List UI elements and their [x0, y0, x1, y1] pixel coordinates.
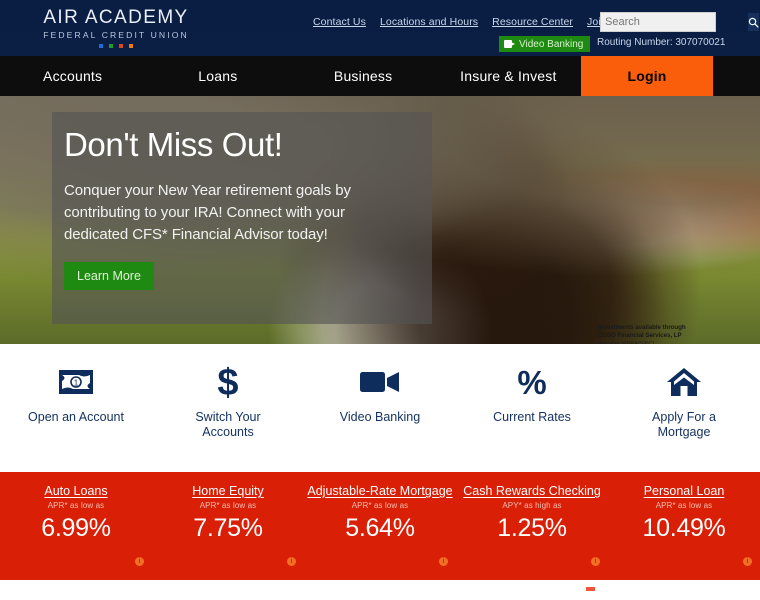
rate-value: 10.49%: [642, 514, 726, 542]
quick-links-section: 1 Open an Account $ Switch Your Accounts…: [0, 344, 760, 472]
rate-name[interactable]: Home Equity: [192, 484, 264, 498]
search-box[interactable]: [600, 12, 759, 32]
site-logo[interactable]: AIR ACADEMY FEDERAL CREDIT UNION: [40, 7, 192, 48]
quick-link-apply-for-a-mortgage[interactable]: Apply For a Mortgage: [608, 362, 760, 440]
rate-name[interactable]: Auto Loans: [44, 484, 107, 498]
rate-card-personal-loan: Personal Loan APR* as low as 10.49% i: [608, 484, 760, 580]
quick-link-current-rates[interactable]: % Current Rates: [456, 362, 608, 425]
banknote-icon: 1: [59, 362, 93, 402]
section-heading-top-edge: [586, 587, 595, 591]
routing-number: Routing Number: 307070021: [597, 37, 726, 48]
hero-subtitle: Conquer your New Year retirement goals b…: [64, 182, 351, 243]
rate-value: 7.75%: [193, 514, 263, 542]
hero-title: Don't Miss Out!: [64, 126, 283, 163]
nav-spacer: [713, 56, 760, 96]
house-icon: [666, 362, 702, 402]
quick-link-video-banking[interactable]: Video Banking: [304, 362, 456, 425]
quick-link-label: Video Banking: [339, 410, 421, 424]
login-button[interactable]: Login: [581, 56, 713, 96]
rate-qualifier: APR* as low as: [655, 501, 713, 510]
utility-links: Contact Us Locations and Hours Resource …: [313, 16, 623, 28]
percent-icon: %: [516, 362, 548, 402]
dollar-sign-icon: $: [215, 362, 241, 402]
hero-banner: Don't Miss Out! Conquer your New Year re…: [0, 96, 760, 344]
info-icon[interactable]: i: [591, 557, 600, 566]
rate-qualifier: APY* as high as: [502, 501, 562, 510]
logo-primary-text: AIR ACADEMY: [43, 7, 189, 28]
search-icon: [748, 17, 759, 28]
search-button[interactable]: [747, 13, 759, 31]
video-camera-icon: [360, 362, 400, 402]
hero-disclaimer: Investments available through CUSO Finan…: [598, 324, 686, 344]
hero-content: Don't Miss Out! Conquer your New Year re…: [64, 124, 404, 290]
rate-name[interactable]: Cash Rewards Checking: [463, 484, 601, 498]
rate-qualifier: APR* as low as: [351, 501, 409, 510]
hero-disclaimer-line1: Investments available through: [598, 324, 686, 331]
quick-link-label: Open an Account: [28, 410, 124, 424]
logo-dot-blue: [99, 44, 103, 48]
utility-link-resource-center[interactable]: Resource Center: [492, 16, 573, 28]
quick-link-label: Current Rates: [493, 410, 571, 424]
info-icon[interactable]: i: [287, 557, 296, 566]
quick-link-switch-your-accounts[interactable]: $ Switch Your Accounts: [152, 362, 304, 440]
video-banking-button[interactable]: Video Banking: [499, 36, 591, 52]
main-navigation: Accounts Loans Business Insure & Invest …: [0, 56, 760, 96]
quick-link-label: Apply For a Mortgage: [652, 410, 716, 439]
rates-bar: Auto Loans APR* as low as 6.99% i Home E…: [0, 472, 760, 580]
rate-card-auto-loans: Auto Loans APR* as low as 6.99% i: [0, 484, 152, 580]
svg-text:$: $: [217, 364, 238, 400]
rate-name[interactable]: Personal Loan: [644, 484, 725, 498]
rate-qualifier: APR* as low as: [47, 501, 105, 510]
logo-dots: [40, 44, 192, 48]
below-fold-section: [0, 580, 760, 600]
rate-name[interactable]: Adjustable-Rate Mortgage: [307, 484, 452, 498]
info-icon[interactable]: i: [743, 557, 752, 566]
hero-learn-more-button[interactable]: Learn More: [64, 262, 154, 290]
rate-card-adjustable-rate-mortgage: Adjustable-Rate Mortgage APR* as low as …: [304, 484, 456, 580]
utility-link-contact-us[interactable]: Contact Us: [313, 16, 366, 28]
rate-value: 6.99%: [41, 514, 111, 542]
video-banking-label: Video Banking: [519, 38, 584, 50]
logo-secondary-text: FEDERAL CREDIT UNION: [43, 30, 189, 40]
svg-text:%: %: [517, 365, 546, 399]
nav-item-loans[interactable]: Loans: [145, 56, 290, 96]
nav-item-insure-and-invest[interactable]: Insure & Invest: [436, 56, 581, 96]
nav-item-business[interactable]: Business: [291, 56, 436, 96]
rate-value: 5.64%: [345, 514, 415, 542]
nav-item-accounts[interactable]: Accounts: [0, 56, 145, 96]
hero-disclaimer-line3: (Member FINRA/SIPC): [598, 341, 655, 344]
rate-value: 1.25%: [497, 514, 567, 542]
rate-card-home-equity: Home Equity APR* as low as 7.75% i: [152, 484, 304, 580]
svg-text:1: 1: [74, 379, 79, 388]
rate-card-cash-rewards-checking: Cash Rewards Checking APY* as high as 1.…: [456, 484, 608, 580]
info-icon[interactable]: i: [439, 557, 448, 566]
video-camera-icon: [504, 40, 515, 48]
utility-header: AIR ACADEMY FEDERAL CREDIT UNION Contact…: [0, 0, 760, 56]
utility-link-locations-and-hours[interactable]: Locations and Hours: [380, 16, 478, 28]
quick-link-open-an-account[interactable]: 1 Open an Account: [0, 362, 152, 425]
logo-dot-orange: [129, 44, 133, 48]
search-input[interactable]: [601, 13, 747, 31]
info-icon[interactable]: i: [135, 557, 144, 566]
logo-dot-red: [119, 44, 123, 48]
rate-qualifier: APR* as low as: [199, 501, 257, 510]
quick-link-label: Switch Your Accounts: [195, 410, 261, 439]
logo-dot-green: [109, 44, 113, 48]
hero-disclaimer-line2: CUSO Financial Services, LP: [598, 332, 682, 339]
